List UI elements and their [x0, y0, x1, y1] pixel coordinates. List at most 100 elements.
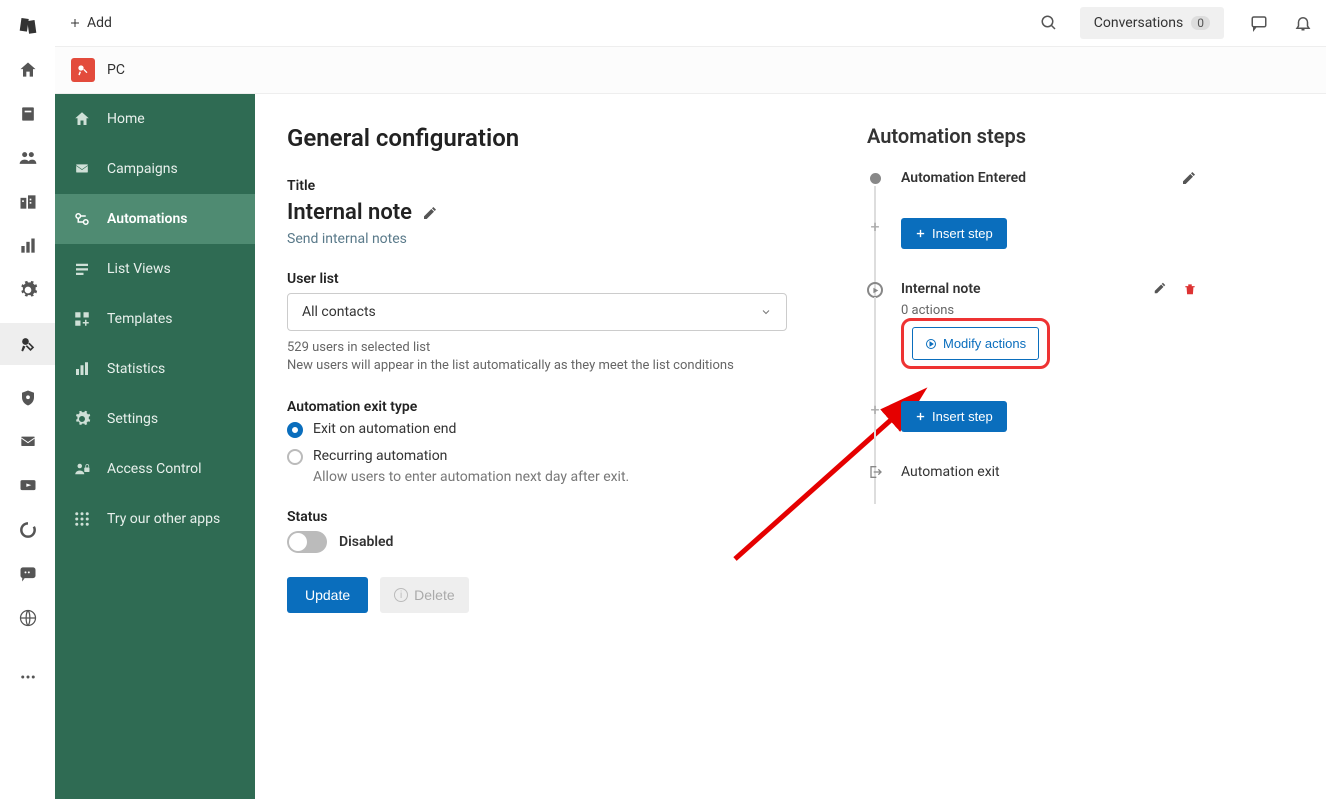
radio-recurring[interactable]: Recurring automation — [287, 448, 787, 465]
workspace-name: PC — [107, 62, 125, 78]
pencil-icon[interactable] — [422, 205, 438, 221]
bell-icon[interactable] — [1294, 14, 1312, 32]
pencil-icon[interactable] — [1181, 170, 1197, 186]
exit-icon — [867, 464, 883, 480]
radio-on-icon — [287, 422, 303, 438]
delete-label: Delete — [414, 587, 454, 603]
step-actions-count: 0 actions — [901, 303, 1197, 318]
add-label: Add — [87, 15, 112, 31]
grid-icon — [73, 510, 91, 528]
megaphone-icon[interactable] — [0, 323, 55, 365]
sidebar-label: Automations — [107, 211, 188, 227]
plus-icon[interactable]: + — [870, 402, 879, 418]
status-label: Status — [287, 509, 787, 525]
sidebar-item-automations[interactable]: Automations — [55, 194, 255, 244]
userlist-helper-2: New users will appear in the list automa… — [287, 357, 787, 375]
more-icon[interactable] — [17, 666, 39, 688]
automation-title: Internal note — [287, 200, 412, 225]
sidebar-label: List Views — [107, 261, 171, 277]
steps-title: Automation steps — [867, 124, 1197, 148]
modify-actions-button[interactable]: Modify actions — [912, 327, 1039, 360]
automation-subtitle: Send internal notes — [287, 231, 787, 247]
insert-label: Insert step — [932, 409, 993, 424]
userlist-select[interactable]: All contacts — [287, 293, 787, 331]
workspace-strip: PC — [55, 46, 1326, 94]
insert-step-button[interactable]: Insert step — [901, 218, 1007, 249]
status-toggle[interactable] — [287, 531, 327, 553]
userlist-label: User list — [287, 271, 787, 287]
info-icon: i — [394, 588, 408, 602]
page-title: General configuration — [287, 124, 787, 152]
person-lock-icon — [73, 460, 91, 478]
title-label: Title — [287, 178, 787, 194]
home-icon — [73, 110, 91, 128]
conversations-label: Conversations — [1094, 15, 1183, 31]
chevron-down-icon — [760, 306, 772, 318]
sidebar-label: Statistics — [107, 361, 165, 377]
document-icon[interactable] — [17, 103, 39, 125]
app-logo-icon[interactable] — [17, 15, 39, 37]
sidebar-item-campaigns[interactable]: Campaigns — [55, 144, 255, 194]
sidebar-label: Try our other apps — [107, 511, 220, 527]
radio-label: Recurring automation — [313, 448, 447, 464]
buildings-icon[interactable] — [17, 191, 39, 213]
play-circle-icon — [867, 282, 883, 298]
mail-icon — [73, 160, 91, 178]
flag-icon[interactable] — [17, 475, 39, 497]
userlist-helper-1: 529 users in selected list — [287, 339, 787, 357]
sidebar-label: Access Control — [107, 461, 202, 477]
radio-exit-on-end[interactable]: Exit on automation end — [287, 421, 787, 438]
sidebar-item-home[interactable]: Home — [55, 94, 255, 144]
pencil-icon[interactable] — [1153, 281, 1169, 297]
bars-icon — [73, 360, 91, 378]
update-button[interactable]: Update — [287, 577, 368, 613]
sidebar-item-templates[interactable]: Templates — [55, 294, 255, 344]
sidebar-item-listviews[interactable]: List Views — [55, 244, 255, 294]
people-icon[interactable] — [17, 147, 39, 169]
shield-icon[interactable] — [17, 387, 39, 409]
radio-label: Exit on automation end — [313, 421, 456, 437]
mail-icon[interactable] — [17, 431, 39, 453]
circle-c-icon[interactable] — [17, 519, 39, 541]
sidebar-label: Home — [107, 111, 145, 127]
plus-icon[interactable]: + — [870, 219, 879, 235]
workspace-badge-icon — [71, 58, 95, 82]
step-dot-icon — [870, 173, 881, 184]
sidebar-item-other-apps[interactable]: Try our other apps — [55, 494, 255, 544]
cycle-icon — [73, 210, 91, 228]
bars-icon[interactable] — [17, 235, 39, 257]
insert-step-button[interactable]: Insert step — [901, 401, 1007, 432]
step-exit-label: Automation exit — [901, 464, 1000, 480]
step-internal-note-label: Internal note — [901, 281, 981, 297]
radio-off-icon — [287, 449, 303, 465]
chat-dots-icon[interactable] — [17, 563, 39, 585]
search-icon[interactable] — [1040, 14, 1058, 32]
sidebar-item-settings[interactable]: Settings — [55, 394, 255, 444]
step-entered-label: Automation Entered — [901, 170, 1026, 186]
sidebar-label: Settings — [107, 411, 158, 427]
topbar: Add Conversations 0 — [55, 0, 1326, 46]
gear-icon[interactable] — [17, 279, 39, 301]
exit-label: Automation exit type — [287, 399, 787, 415]
annotation-callout: Modify actions — [901, 318, 1050, 369]
add-button[interactable]: Add — [69, 15, 112, 31]
delete-button: i Delete — [380, 577, 468, 613]
status-value: Disabled — [339, 534, 393, 550]
conversations-count: 0 — [1191, 16, 1210, 30]
home-icon[interactable] — [17, 59, 39, 81]
module-sidebar: Home Campaigns Automations List Views Te… — [55, 94, 255, 799]
grid-plus-icon — [73, 310, 91, 328]
conversations-button[interactable]: Conversations 0 — [1080, 7, 1224, 39]
trash-icon[interactable] — [1183, 282, 1197, 296]
sidebar-item-statistics[interactable]: Statistics — [55, 344, 255, 394]
globe-icon[interactable] — [17, 607, 39, 629]
insert-label: Insert step — [932, 226, 993, 241]
radio-sublabel: Allow users to enter automation next day… — [313, 469, 787, 485]
sidebar-item-access-control[interactable]: Access Control — [55, 444, 255, 494]
userlist-value: All contacts — [302, 304, 376, 320]
icon-rail — [0, 0, 55, 799]
content-area: General configuration Title Internal not… — [255, 94, 1326, 799]
modify-label: Modify actions — [943, 336, 1026, 351]
chat-icon[interactable] — [1250, 14, 1268, 32]
sidebar-label: Templates — [107, 311, 173, 327]
